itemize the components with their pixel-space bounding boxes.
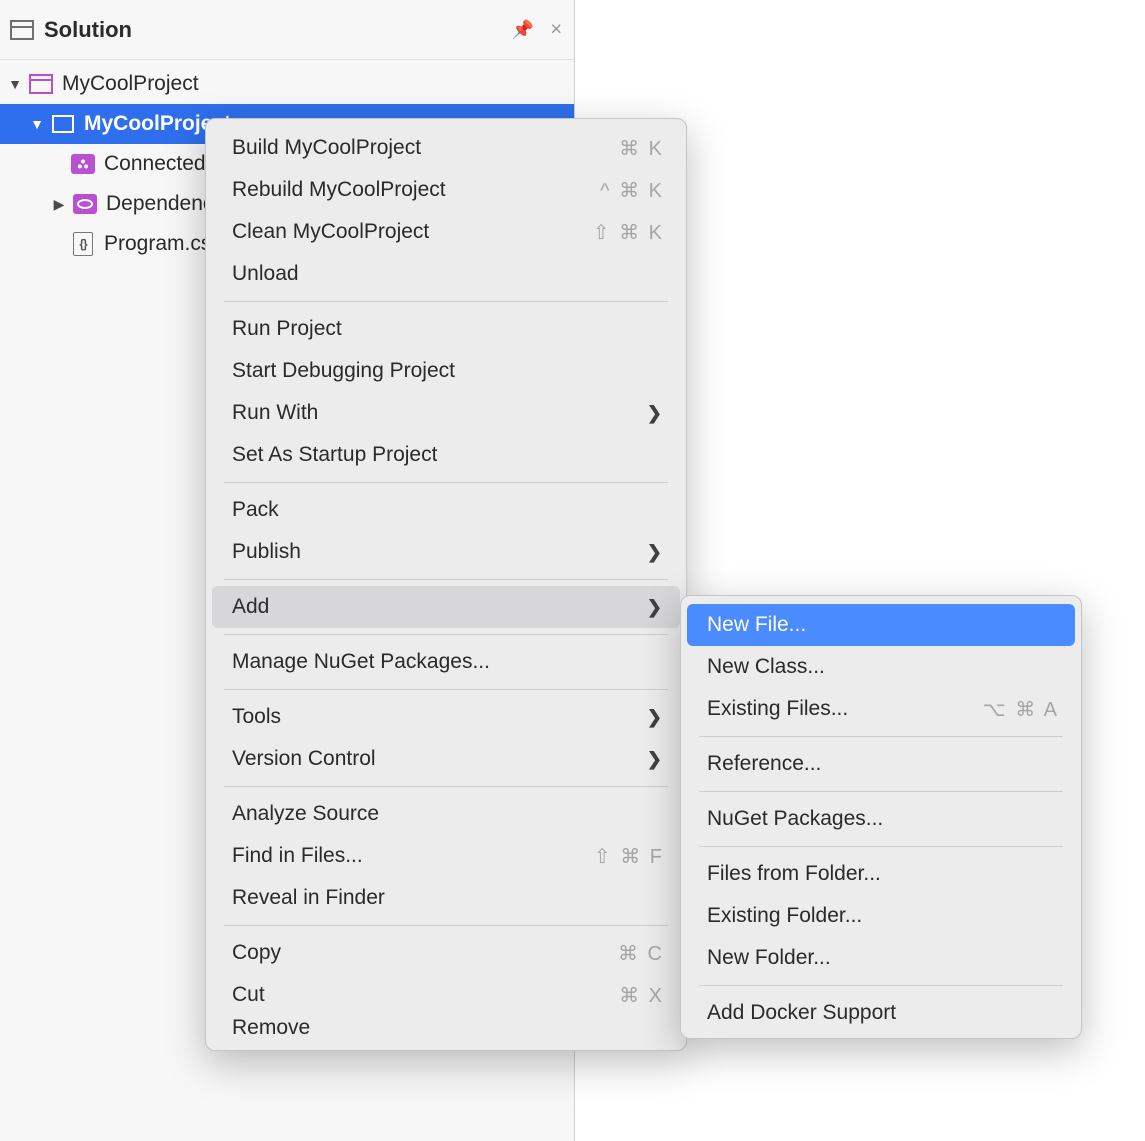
- menu-separator: [224, 301, 668, 302]
- menu-label: Reference...: [707, 752, 821, 776]
- menu-separator: [224, 482, 668, 483]
- menu-label: Rebuild MyCoolProject: [232, 178, 446, 202]
- project-icon: [50, 113, 76, 135]
- menu-separator: [224, 786, 668, 787]
- menu-publish[interactable]: Publish ❯: [212, 531, 680, 573]
- menu-find-in-files[interactable]: Find in Files... ⇧ ⌘ F: [212, 835, 680, 877]
- csharp-file-icon: [70, 233, 96, 255]
- menu-label: Find in Files...: [232, 844, 363, 868]
- menu-separator: [699, 985, 1063, 986]
- menu-remove[interactable]: Remove: [212, 1016, 680, 1046]
- menu-label: Files from Folder...: [707, 862, 881, 886]
- menu-separator: [699, 736, 1063, 737]
- shortcut-label: ⌘ X: [619, 983, 664, 1008]
- menu-label: Manage NuGet Packages...: [232, 650, 490, 674]
- submenu-new-file[interactable]: New File...: [687, 604, 1075, 646]
- menu-separator: [224, 925, 668, 926]
- menu-label: Start Debugging Project: [232, 359, 455, 383]
- menu-label: New Class...: [707, 655, 825, 679]
- panel-title: Solution: [44, 17, 132, 43]
- panel-header: Solution 📌 ×: [0, 0, 574, 60]
- menu-cut[interactable]: Cut ⌘ X: [212, 974, 680, 1016]
- menu-label: Copy: [232, 941, 281, 965]
- menu-build[interactable]: Build MyCoolProject ⌘ K: [212, 127, 680, 169]
- menu-label: Existing Files...: [707, 697, 848, 721]
- submenu-nuget-packages[interactable]: NuGet Packages...: [687, 798, 1075, 840]
- solution-header-icon: [10, 20, 34, 40]
- tree-solution-node[interactable]: ▼ MyCoolProject: [0, 64, 574, 104]
- menu-separator: [224, 634, 668, 635]
- disclosure-triangle-icon[interactable]: ▼: [6, 76, 24, 92]
- chevron-right-icon: ❯: [647, 542, 662, 563]
- menu-label: New File...: [707, 613, 806, 637]
- menu-label: Set As Startup Project: [232, 443, 437, 467]
- menu-rebuild[interactable]: Rebuild MyCoolProject ^ ⌘ K: [212, 169, 680, 211]
- shortcut-label: ⌘ K: [619, 136, 664, 161]
- menu-label: Remove: [232, 1016, 310, 1040]
- shortcut-label: ⇧ ⌘ F: [594, 844, 664, 869]
- menu-tools[interactable]: Tools ❯: [212, 696, 680, 738]
- menu-unload[interactable]: Unload: [212, 253, 680, 295]
- shortcut-label: ⌥ ⌘ A: [983, 697, 1059, 722]
- submenu-files-from-folder[interactable]: Files from Folder...: [687, 853, 1075, 895]
- menu-label: Unload: [232, 262, 299, 286]
- project-context-menu: Build MyCoolProject ⌘ K Rebuild MyCoolPr…: [205, 118, 687, 1051]
- chevron-right-icon: ❯: [647, 707, 662, 728]
- menu-label: Clean MyCoolProject: [232, 220, 429, 244]
- menu-label: Cut: [232, 983, 265, 1007]
- menu-label: Add: [232, 595, 269, 619]
- menu-label: NuGet Packages...: [707, 807, 883, 831]
- dependencies-icon: [72, 193, 98, 215]
- shortcut-label: ^ ⌘ K: [600, 178, 664, 203]
- disclosure-triangle-icon[interactable]: ▶: [50, 196, 68, 213]
- connected-services-icon: [70, 153, 96, 175]
- menu-version-control[interactable]: Version Control ❯: [212, 738, 680, 780]
- menu-label: Run Project: [232, 317, 342, 341]
- shortcut-label: ⌘ C: [618, 941, 664, 966]
- add-submenu: New File... New Class... Existing Files.…: [680, 595, 1082, 1039]
- menu-label: Tools: [232, 705, 281, 729]
- menu-label: Run With: [232, 401, 318, 425]
- menu-label: Build MyCoolProject: [232, 136, 421, 160]
- menu-analyze-source[interactable]: Analyze Source: [212, 793, 680, 835]
- menu-pack[interactable]: Pack: [212, 489, 680, 531]
- disclosure-triangle-icon[interactable]: ▼: [28, 116, 46, 132]
- solution-icon: [28, 73, 54, 95]
- chevron-right-icon: ❯: [647, 749, 662, 770]
- tree-label: Program.cs: [104, 232, 211, 256]
- menu-manage-nuget[interactable]: Manage NuGet Packages...: [212, 641, 680, 683]
- submenu-new-class[interactable]: New Class...: [687, 646, 1075, 688]
- menu-reveal-in-finder[interactable]: Reveal in Finder: [212, 877, 680, 919]
- menu-label: Analyze Source: [232, 802, 379, 826]
- menu-label: Reveal in Finder: [232, 886, 385, 910]
- menu-label: New Folder...: [707, 946, 831, 970]
- menu-run-with[interactable]: Run With ❯: [212, 392, 680, 434]
- menu-label: Add Docker Support: [707, 1001, 896, 1025]
- menu-set-startup[interactable]: Set As Startup Project: [212, 434, 680, 476]
- menu-label: Existing Folder...: [707, 904, 862, 928]
- menu-separator: [224, 579, 668, 580]
- menu-label: Version Control: [232, 747, 376, 771]
- menu-separator: [224, 689, 668, 690]
- submenu-new-folder[interactable]: New Folder...: [687, 937, 1075, 979]
- menu-separator: [699, 791, 1063, 792]
- menu-label: Pack: [232, 498, 279, 522]
- submenu-add-docker-support[interactable]: Add Docker Support: [687, 992, 1075, 1034]
- menu-add[interactable]: Add ❯: [212, 586, 680, 628]
- menu-start-debugging[interactable]: Start Debugging Project: [212, 350, 680, 392]
- shortcut-label: ⇧ ⌘ K: [593, 220, 664, 245]
- chevron-right-icon: ❯: [647, 597, 662, 618]
- menu-run-project[interactable]: Run Project: [212, 308, 680, 350]
- chevron-right-icon: ❯: [647, 403, 662, 424]
- menu-clean[interactable]: Clean MyCoolProject ⇧ ⌘ K: [212, 211, 680, 253]
- submenu-existing-folder[interactable]: Existing Folder...: [687, 895, 1075, 937]
- submenu-existing-files[interactable]: Existing Files... ⌥ ⌘ A: [687, 688, 1075, 730]
- submenu-reference[interactable]: Reference...: [687, 743, 1075, 785]
- menu-label: Publish: [232, 540, 301, 564]
- tree-label: MyCoolProject: [62, 72, 199, 96]
- menu-copy[interactable]: Copy ⌘ C: [212, 932, 680, 974]
- menu-separator: [699, 846, 1063, 847]
- pin-icon[interactable]: 📌: [512, 19, 534, 40]
- close-icon[interactable]: ×: [550, 18, 562, 41]
